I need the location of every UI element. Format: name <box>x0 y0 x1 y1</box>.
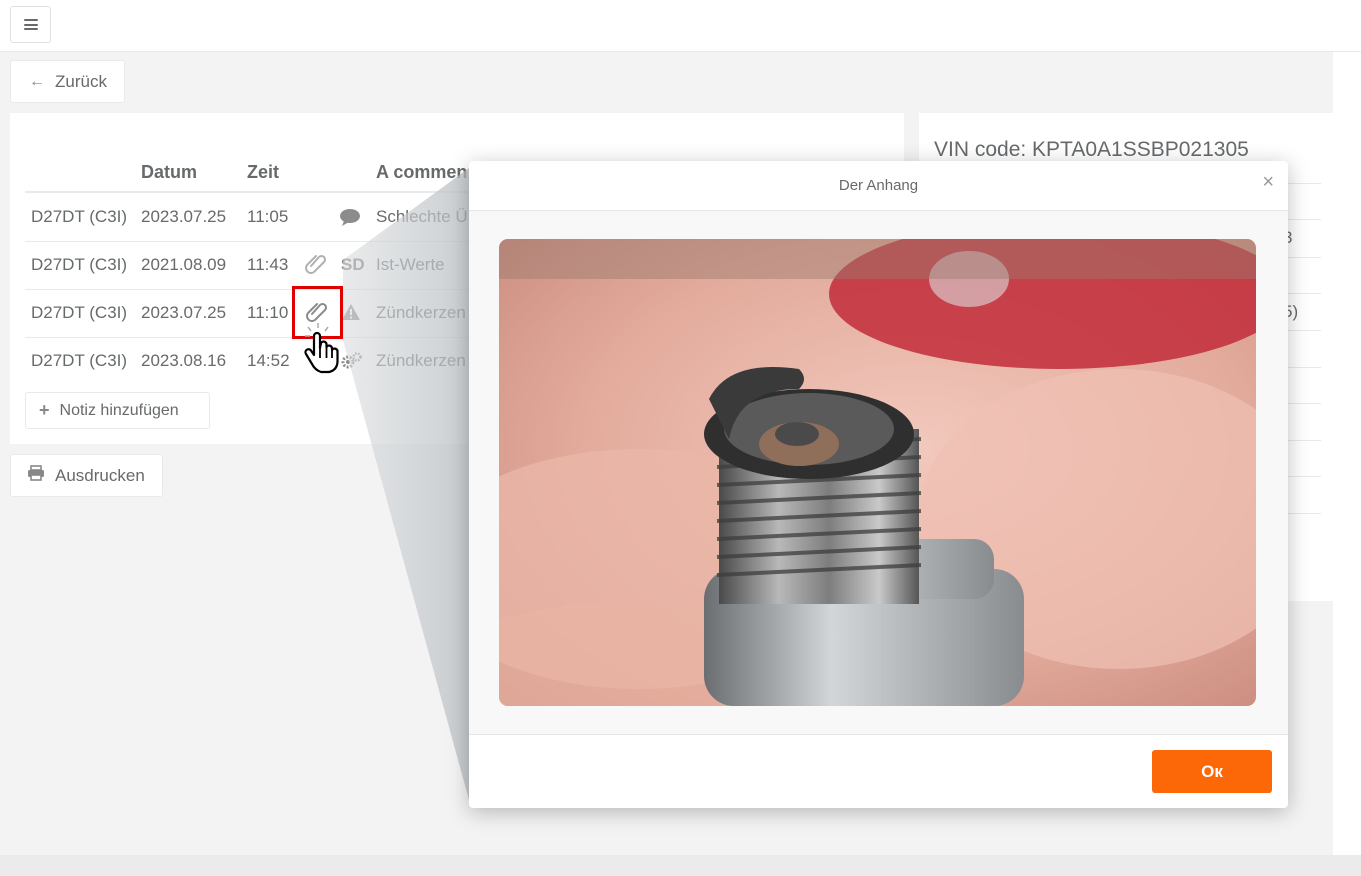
table-row[interactable]: D27DT (C3I) 2023.07.25 11:05 Schlechte Ü <box>0 194 480 242</box>
model-cell: D27DT (C3I) <box>31 351 128 370</box>
comment-cell: Ist-Werte <box>376 255 445 274</box>
warning-icon <box>341 303 361 326</box>
printer-icon <box>27 465 45 486</box>
modal-title: Der Anhang <box>838 177 919 194</box>
date-cell: 2023.07.25 <box>141 207 227 226</box>
time-cell: 14:52 <box>247 351 290 370</box>
comment-icon <box>339 208 361 231</box>
back-button[interactable]: ← Zurück <box>10 60 125 103</box>
date-cell: 2021.08.09 <box>141 255 227 274</box>
date-cell: 2023.07.25 <box>141 303 227 322</box>
arrow-left-icon: ← <box>29 72 45 90</box>
paperclip-icon[interactable] <box>305 252 327 281</box>
hand-pointer-icon <box>302 322 342 374</box>
time-cell: 11:05 <box>247 207 289 226</box>
modal-footer-divider <box>469 734 1288 735</box>
ok-button[interactable]: Ок <box>1152 750 1272 793</box>
footer-strip <box>0 855 1361 876</box>
add-note-label: Notiz hinzufügen <box>59 401 179 419</box>
print-label: Ausdrucken <box>55 465 145 485</box>
comment-cell: Schlechte Ü <box>376 207 468 226</box>
model-cell: D27DT (C3I) <box>31 255 128 274</box>
attachment-photo <box>499 239 1256 706</box>
gears-icon <box>340 351 362 376</box>
header-divider <box>25 191 475 193</box>
table-row[interactable]: D27DT (C3I) 2023.08.16 14:52 Zündkerzen <box>0 338 480 386</box>
back-label: Zurück <box>55 71 107 91</box>
add-note-button[interactable]: + Notiz hinzufügen <box>25 392 210 429</box>
model-cell: D27DT (C3I) <box>31 207 128 226</box>
print-button[interactable]: Ausdrucken <box>10 454 163 497</box>
top-navbar <box>0 0 1361 52</box>
column-header-comment[interactable]: A commen <box>376 162 467 183</box>
time-cell: 11:10 <box>247 303 289 322</box>
sd-tag: SD <box>341 255 365 274</box>
vin-heading: VIN code: KPTA0A1SSBP021305 <box>934 138 1249 161</box>
table-row[interactable]: D27DT (C3I) 2023.07.25 11:10 Zündkerzen <box>0 290 480 338</box>
date-cell: 2023.08.16 <box>141 351 227 370</box>
comment-cell: Zündkerzen <box>376 303 466 322</box>
model-cell: D27DT (C3I) <box>31 303 128 322</box>
modal-body <box>469 211 1288 734</box>
attachment-modal: Der Anhang × Ок <box>469 161 1288 808</box>
column-header-time[interactable]: Zeit <box>247 162 279 183</box>
scrollbar-track[interactable] <box>1333 52 1361 855</box>
table-row[interactable]: D27DT (C3I) 2021.08.09 11:43 SD Ist-Wert… <box>0 242 480 290</box>
plus-icon: + <box>39 400 50 420</box>
close-icon[interactable]: × <box>1262 171 1274 194</box>
hamburger-menu-button[interactable] <box>10 6 51 43</box>
comment-cell: Zündkerzen <box>376 351 466 370</box>
time-cell: 11:43 <box>247 255 289 274</box>
column-header-date[interactable]: Datum <box>141 162 197 183</box>
hamburger-icon <box>23 19 38 30</box>
